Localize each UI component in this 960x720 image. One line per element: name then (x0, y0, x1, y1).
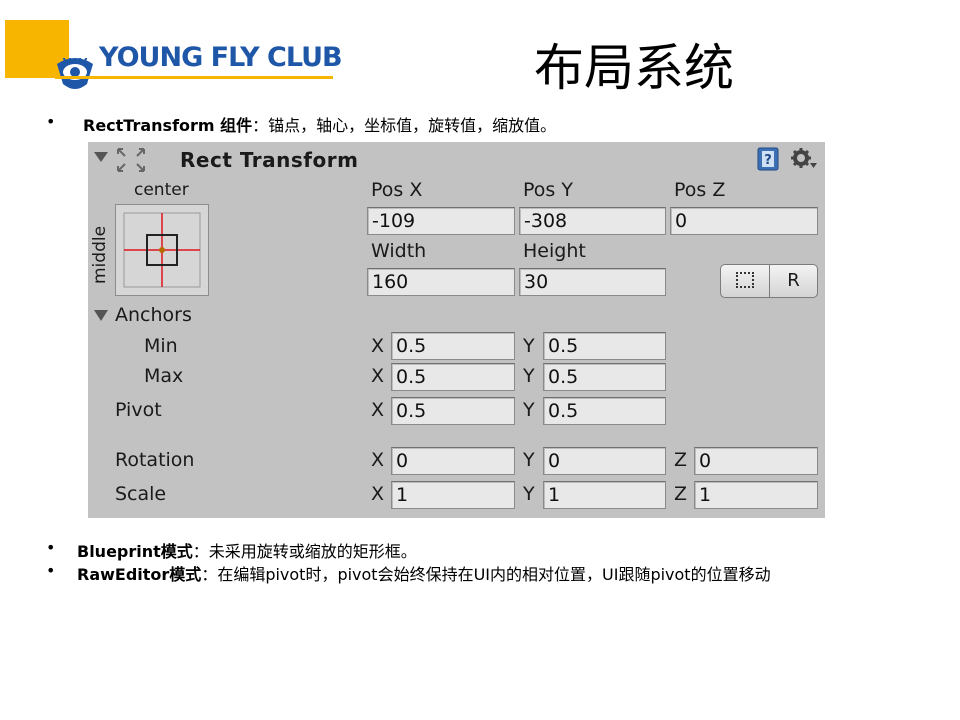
bullet-bold: RawEditor模式 (77, 565, 202, 584)
bullet-text: ：在编辑pivot时，pivot会始终保持在UI内的相对位置，UI跟随pivot… (201, 565, 771, 584)
pivot-x-label: X (371, 399, 385, 421)
bullet-marker: • (46, 561, 56, 580)
min-y-label: Y (523, 335, 535, 357)
pos-x-label: Pos X (371, 179, 423, 201)
pos-z-label: Pos Z (674, 179, 726, 201)
bullet-text: ：锚点，轴心，坐标值，旋转值，缩放值。 (252, 116, 557, 135)
rotation-label: Rotation (115, 449, 195, 471)
min-label: Min (144, 335, 178, 357)
rotation-x-label: X (371, 449, 385, 471)
bullet-bold: RectTransform 组件 (83, 116, 253, 135)
scale-z-field[interactable]: 1 (694, 481, 818, 509)
rotation-x-field[interactable]: 0 (391, 447, 515, 475)
max-y-field[interactable]: 0.5 (543, 363, 666, 391)
pos-y-label: Pos Y (523, 179, 573, 201)
anchor-vertical-label: middle (90, 225, 110, 284)
page-title: 布局系统 (534, 39, 734, 97)
max-x-field[interactable]: 0.5 (391, 363, 515, 391)
pivot-y-field[interactable]: 0.5 (543, 397, 666, 425)
anchor-preset-icon (123, 212, 201, 288)
max-label: Max (144, 365, 184, 387)
height-label: Height (523, 240, 586, 262)
pivot-y-label: Y (523, 399, 535, 421)
pos-x-field[interactable]: -109 (367, 207, 515, 235)
max-x-label: X (371, 365, 385, 387)
component-title: Rect Transform (180, 148, 359, 172)
max-y-label: Y (523, 365, 535, 387)
pos-z-field[interactable]: 0 (670, 207, 818, 235)
rotation-z-label: Z (674, 449, 688, 471)
width-label: Width (371, 240, 427, 262)
scale-y-field[interactable]: 1 (543, 481, 666, 509)
width-field[interactable]: 160 (367, 268, 515, 296)
svg-text:?: ? (764, 153, 772, 168)
scale-x-label: X (371, 483, 385, 505)
bullet-bold: Blueprint模式 (77, 542, 193, 561)
min-x-field[interactable]: 0.5 (391, 332, 515, 360)
anchors-foldout-icon[interactable] (94, 310, 108, 321)
anchor-horizontal-label: center (134, 180, 189, 200)
pivot-label: Pivot (115, 399, 162, 421)
anchor-preset-button[interactable] (115, 204, 209, 296)
rect-transform-inspector: Rect Transform ? center middle Pos X Pos… (88, 142, 825, 518)
scale-label: Scale (115, 483, 167, 505)
raw-edit-mode-button[interactable]: R (769, 264, 818, 298)
bullet-marker: • (46, 538, 56, 557)
scale-y-label: Y (523, 483, 535, 505)
scale-z-label: Z (674, 483, 688, 505)
anchors-label[interactable]: Anchors (115, 304, 192, 326)
rotation-y-label: Y (523, 449, 535, 471)
scale-x-field[interactable]: 1 (391, 481, 515, 509)
rotation-z-field[interactable]: 0 (694, 447, 818, 475)
bullet-marker: • (46, 112, 56, 131)
blueprint-mode-icon (736, 271, 754, 288)
rotation-y-field[interactable]: 0 (543, 447, 666, 475)
pivot-x-field[interactable]: 0.5 (391, 397, 515, 425)
height-field[interactable]: 30 (519, 268, 666, 296)
gear-icon[interactable] (790, 147, 818, 171)
triangle-down-icon[interactable] (94, 152, 108, 162)
min-y-field[interactable]: 0.5 (543, 332, 666, 360)
inspector-header: Rect Transform ? (88, 142, 825, 176)
min-x-label: X (371, 335, 385, 357)
pos-y-field[interactable]: -308 (519, 207, 666, 235)
logo-underline (55, 76, 333, 79)
rect-transform-icon (117, 148, 145, 172)
blueprint-mode-button[interactable] (720, 264, 770, 298)
logo: YOUNG FLY CLUB (5, 20, 343, 89)
edit-mode-buttons: R (720, 264, 818, 298)
help-book-icon[interactable]: ? (756, 147, 780, 171)
logo-text: YOUNG FLY CLUB (99, 42, 343, 73)
bullet-text: ：未采用旋转或缩放的矩形框。 (192, 542, 417, 561)
